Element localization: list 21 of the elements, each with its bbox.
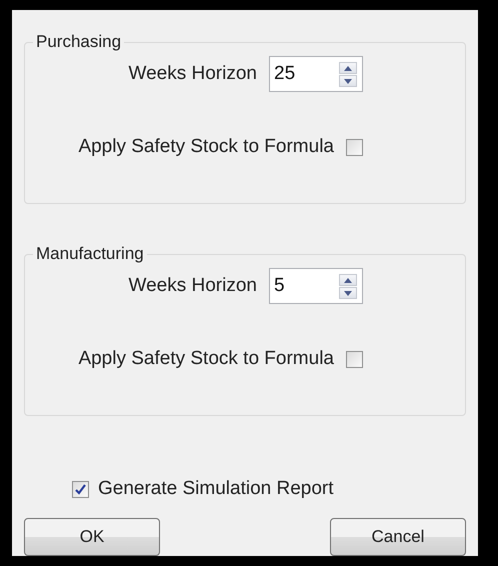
checkbox-label: Apply Safety Stock to Formula (78, 136, 334, 158)
checkbox[interactable] (72, 480, 89, 498)
down-arrow-icon (344, 290, 352, 296)
spin-up-button[interactable] (339, 274, 357, 286)
down-arrow-icon (344, 78, 352, 84)
ok-button[interactable]: OK (24, 518, 160, 556)
checkbox[interactable] (346, 138, 363, 156)
group-title: Purchasing (35, 32, 122, 52)
up-arrow-icon (344, 278, 352, 282)
checkbox-label: Generate Simulation Report (98, 478, 334, 500)
field-label: Weeks Horizon (128, 275, 257, 297)
group-title: Manufacturing (35, 244, 145, 264)
spin-down-button[interactable] (339, 75, 357, 87)
cancel-button[interactable]: Cancel (330, 518, 466, 556)
checkmark-icon (75, 484, 86, 494)
field-label: Weeks Horizon (128, 63, 257, 85)
spin-up-button[interactable] (339, 62, 357, 74)
checkbox-label: Apply Safety Stock to Formula (78, 348, 334, 370)
checkbox[interactable] (346, 350, 363, 368)
up-arrow-icon (344, 66, 352, 70)
spin-down-button[interactable] (339, 287, 357, 299)
